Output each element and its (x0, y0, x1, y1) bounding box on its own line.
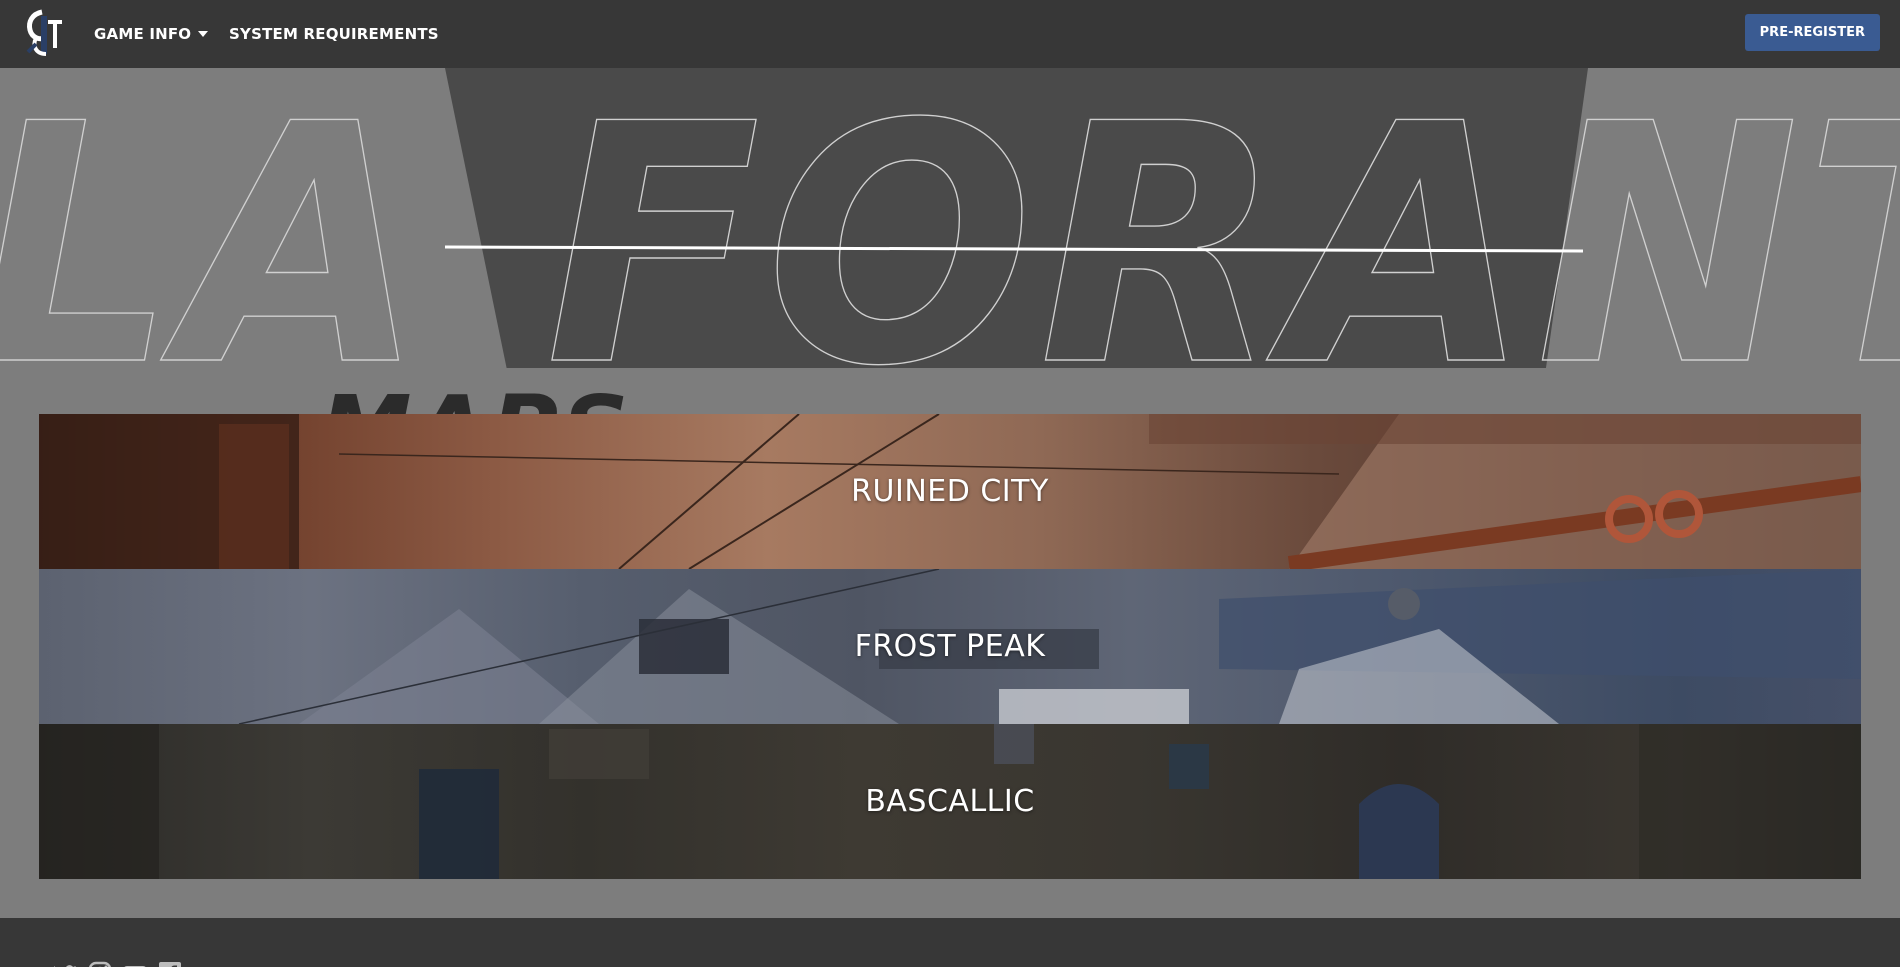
maps-heading: MAPS (320, 380, 740, 417)
caret-down-icon (198, 31, 209, 37)
map-card-ruined-city[interactable]: RUINED CITY (39, 414, 1861, 569)
page: GAME INFO SYSTEM REQUIREMENTS PRE-REGIST… (0, 0, 1900, 967)
footer (0, 918, 1900, 967)
facebook-icon[interactable] (157, 960, 183, 967)
hero-wordmark: LA FORANT (0, 68, 1900, 368)
nav-system-requirements[interactable]: SYSTEM REQUIREMENTS (229, 0, 439, 68)
map-card-frost-peak[interactable]: FROST PEAK (39, 569, 1861, 724)
instagram-icon[interactable] (87, 960, 113, 967)
hero-banner: LA FORANT (0, 68, 1900, 368)
logo-icon[interactable] (22, 8, 68, 60)
maps-heading-text: MAPS (320, 384, 632, 417)
nav-game-info-label: GAME INFO (94, 25, 192, 43)
map-title-ruined-city: RUINED CITY (851, 474, 1049, 509)
map-title-bascallic: BASCALLIC (865, 784, 1035, 819)
map-list: RUINED CITY FROST PEAK BASCALLIC (39, 414, 1861, 879)
pre-register-button[interactable]: PRE-REGISTER (1744, 14, 1880, 51)
nav-game-info[interactable]: GAME INFO (94, 0, 209, 68)
hero-graphic: LA FORANT (0, 68, 1900, 368)
top-nav: GAME INFO SYSTEM REQUIREMENTS PRE-REGIST… (0, 0, 1900, 68)
twitter-icon[interactable] (52, 960, 78, 967)
map-card-bascallic[interactable]: BASCALLIC (39, 724, 1861, 879)
youtube-icon[interactable] (122, 960, 148, 967)
map-title-frost-peak: FROST PEAK (854, 629, 1046, 664)
social-links (52, 960, 183, 967)
